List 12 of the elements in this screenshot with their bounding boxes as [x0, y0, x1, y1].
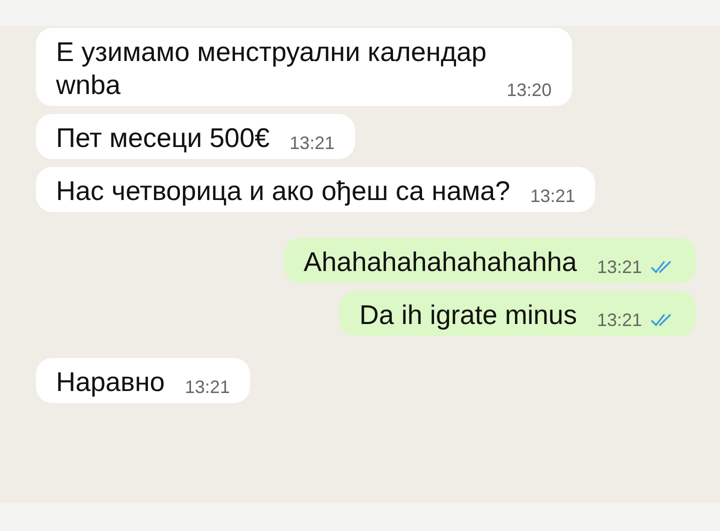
message-time: 13:21 [290, 132, 335, 155]
message-time: 13:21 [530, 185, 576, 208]
message-time: 13:21 [184, 376, 230, 399]
message-time: 13:20 [506, 79, 552, 102]
message-text: Ahahahahahahahahha [304, 246, 577, 279]
message-text: Нас четворица и ако ођеш са нама? [56, 175, 510, 208]
message-text: Е узимамо менструални календар wnba [56, 36, 487, 102]
message-text: Da ih igrate minus [359, 299, 577, 332]
message-text: Наравно [56, 366, 165, 399]
message-text: Пет месеци 500€ [56, 122, 270, 155]
message-time: 13:21 [596, 309, 642, 332]
message-time: 13:21 [596, 256, 642, 279]
